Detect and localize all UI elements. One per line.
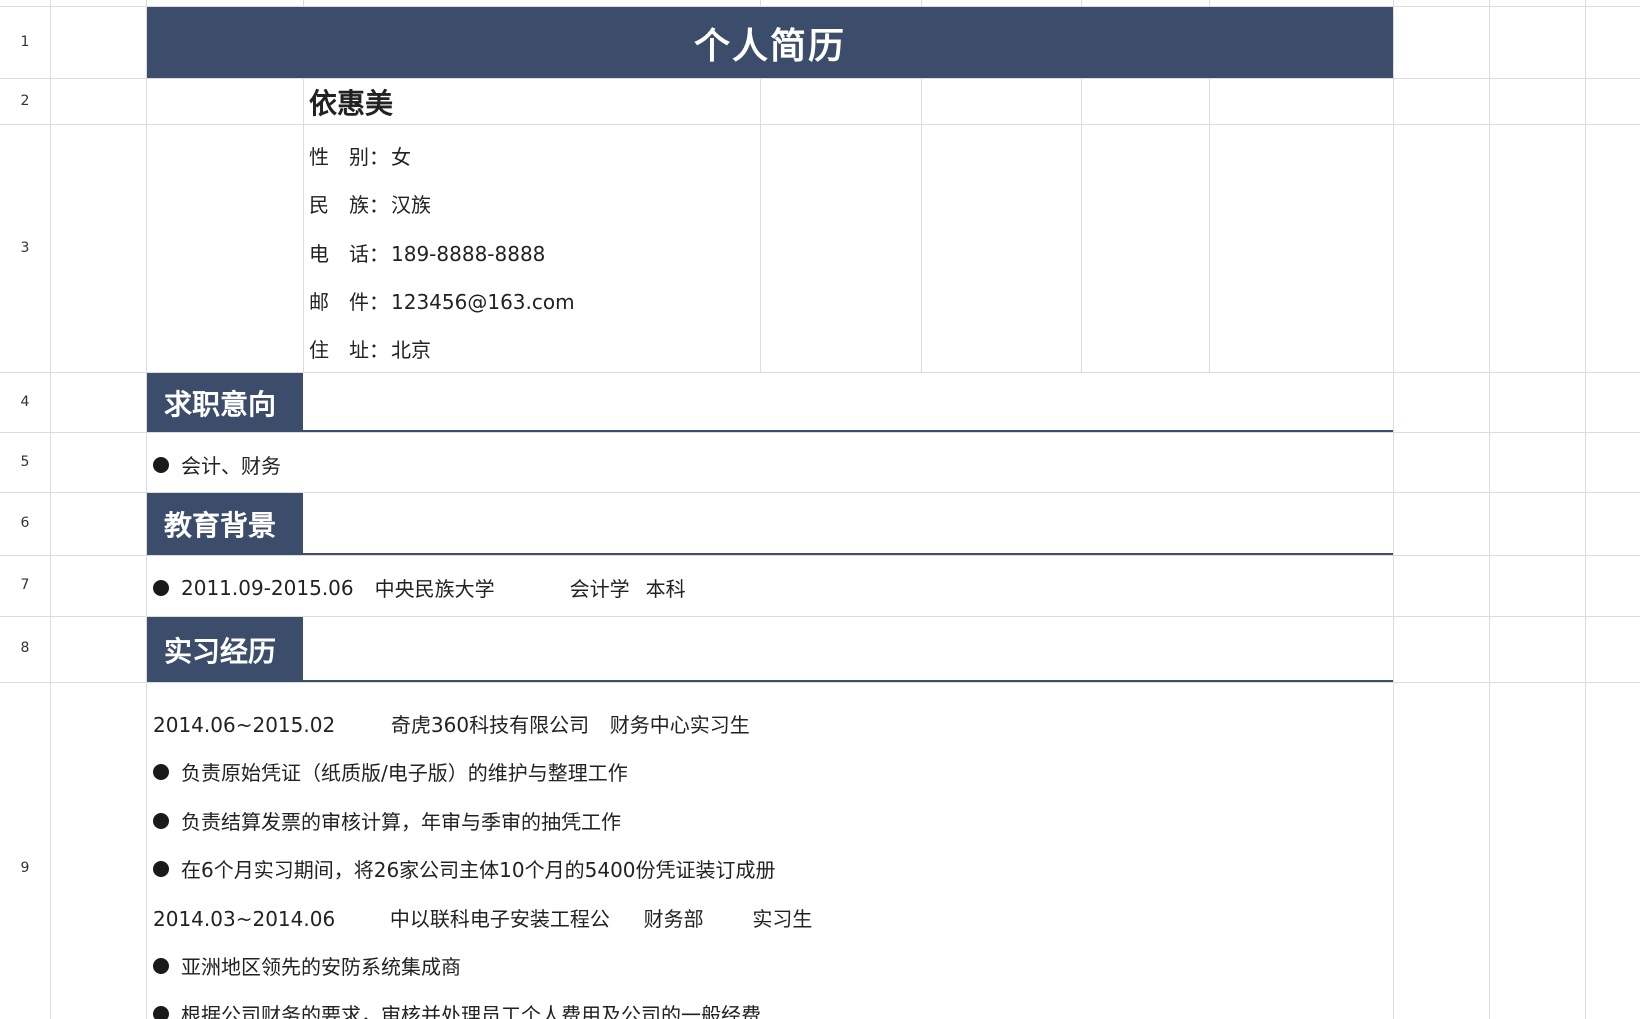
info-address[interactable]: 住 址： 北京 bbox=[309, 334, 431, 363]
info-label: 邮 件： bbox=[309, 290, 389, 314]
job-duty-text: 负责原始凭证（纸质版/电子版）的维护与整理工作 bbox=[181, 761, 628, 785]
info-value: 女 bbox=[391, 145, 411, 169]
section-rule bbox=[303, 553, 1393, 555]
row-header[interactable]: 8 bbox=[0, 640, 50, 656]
intent-item[interactable]: 会计、财务 bbox=[153, 450, 281, 479]
job-header[interactable]: 2014.06~2015.02 奇虎360科技有限公司 财务中心实习生 bbox=[153, 709, 750, 738]
bullet-icon bbox=[153, 957, 169, 974]
education-item[interactable]: 2011.09-2015.06 中央民族大学 会计学 本科 bbox=[153, 573, 686, 602]
info-gender[interactable]: 性 别：女 bbox=[309, 141, 411, 170]
grid-hline bbox=[0, 78, 1640, 79]
job-duty[interactable]: 负责结算发票的审核计算，年审与季审的抽凭工作 bbox=[153, 806, 621, 835]
job-dept: 财务部 bbox=[643, 907, 704, 931]
job-duty[interactable]: 根据公司财务的要求，审核并处理员工个人费用及公司的一般经费 bbox=[153, 999, 761, 1019]
bullet-icon bbox=[153, 763, 169, 780]
grid-vline bbox=[1585, 0, 1586, 1019]
job-duty-text: 在6个月实习期间，将26家公司主体10个月的5400份凭证装订成册 bbox=[181, 858, 776, 882]
job-duty[interactable]: 亚洲地区领先的安防系统集成商 bbox=[153, 951, 461, 980]
row-header[interactable]: 1 bbox=[0, 34, 50, 50]
grid-hline bbox=[0, 124, 1640, 125]
grid-vline bbox=[1489, 0, 1490, 1019]
section-heading-intent[interactable]: 求职意向 bbox=[147, 373, 303, 432]
grid-vline bbox=[50, 0, 51, 1019]
grid-hline bbox=[0, 682, 1640, 683]
intent-text: 会计、财务 bbox=[181, 454, 281, 478]
job-role: 实习生 bbox=[752, 907, 813, 931]
section-rule bbox=[303, 680, 1393, 682]
row-header[interactable]: 5 bbox=[0, 454, 50, 470]
job-duty-text: 亚洲地区领先的安防系统集成商 bbox=[181, 955, 461, 979]
education-degree: 本科 bbox=[645, 577, 686, 601]
candidate-name[interactable]: 依惠美 bbox=[309, 82, 393, 122]
resume-title[interactable]: 个人简历 bbox=[147, 7, 1393, 78]
row-header[interactable]: 7 bbox=[0, 577, 50, 593]
job-duty[interactable]: 负责原始凭证（纸质版/电子版）的维护与整理工作 bbox=[153, 757, 628, 786]
job-period: 2014.06~2015.02 bbox=[153, 713, 336, 737]
row-header[interactable]: 4 bbox=[0, 394, 50, 410]
grid-hline bbox=[0, 555, 1640, 556]
education-major: 会计学 bbox=[569, 577, 630, 601]
row-header[interactable]: 9 bbox=[0, 860, 50, 876]
section-heading-education[interactable]: 教育背景 bbox=[147, 493, 303, 555]
bullet-icon bbox=[153, 456, 169, 473]
job-company: 奇虎360科技有限公司 bbox=[390, 713, 590, 737]
info-email[interactable]: 邮 件： 123456@163.com bbox=[309, 286, 575, 315]
job-period: 2014.03~2014.06 bbox=[153, 907, 336, 931]
job-role: 财务中心实习生 bbox=[609, 713, 750, 737]
row-header[interactable]: 6 bbox=[0, 515, 50, 531]
info-label: 住 址： bbox=[309, 338, 389, 362]
info-phone[interactable]: 电 话： 189-8888-8888 bbox=[309, 238, 545, 267]
grid-hline bbox=[0, 432, 1640, 433]
education-period: 2011.09-2015.06 bbox=[181, 575, 354, 600]
job-company: 中以联科电子安装工程公 bbox=[389, 907, 610, 931]
info-label: 民 族： bbox=[309, 193, 389, 217]
bullet-icon bbox=[153, 1005, 169, 1019]
info-label: 性 别： bbox=[309, 145, 389, 169]
info-value: 北京 bbox=[391, 338, 431, 362]
job-duty-text: 根据公司财务的要求，审核并处理员工个人费用及公司的一般经费 bbox=[181, 1003, 761, 1019]
info-ethnicity[interactable]: 民 族： 汉族 bbox=[309, 189, 431, 218]
info-value: 123456@163.com bbox=[391, 290, 575, 314]
bullet-icon bbox=[153, 812, 169, 829]
education-school: 中央民族大学 bbox=[374, 577, 495, 601]
bullet-icon bbox=[153, 860, 169, 877]
row-header[interactable]: 2 bbox=[0, 93, 50, 109]
section-heading-internship[interactable]: 实习经历 bbox=[147, 617, 303, 682]
row-header[interactable]: 3 bbox=[0, 240, 50, 256]
section-rule bbox=[303, 430, 1393, 432]
bullet-icon bbox=[153, 579, 169, 596]
grid-vline bbox=[1393, 0, 1394, 1019]
job-duty-text: 负责结算发票的审核计算，年审与季审的抽凭工作 bbox=[181, 810, 621, 834]
info-value: 189-8888-8888 bbox=[391, 242, 546, 266]
job-header[interactable]: 2014.03~2014.06 中以联科电子安装工程公 财务部 实习生 bbox=[153, 903, 812, 932]
info-label: 电 话： bbox=[309, 242, 389, 266]
job-duty[interactable]: 在6个月实习期间，将26家公司主体10个月的5400份凭证装订成册 bbox=[153, 854, 776, 883]
spreadsheet-grid: 1 2 3 4 5 6 7 8 9 个人简历 依惠美 性 别：女 民 族： 汉族 … bbox=[0, 0, 1640, 1019]
info-value: 汉族 bbox=[391, 193, 431, 217]
